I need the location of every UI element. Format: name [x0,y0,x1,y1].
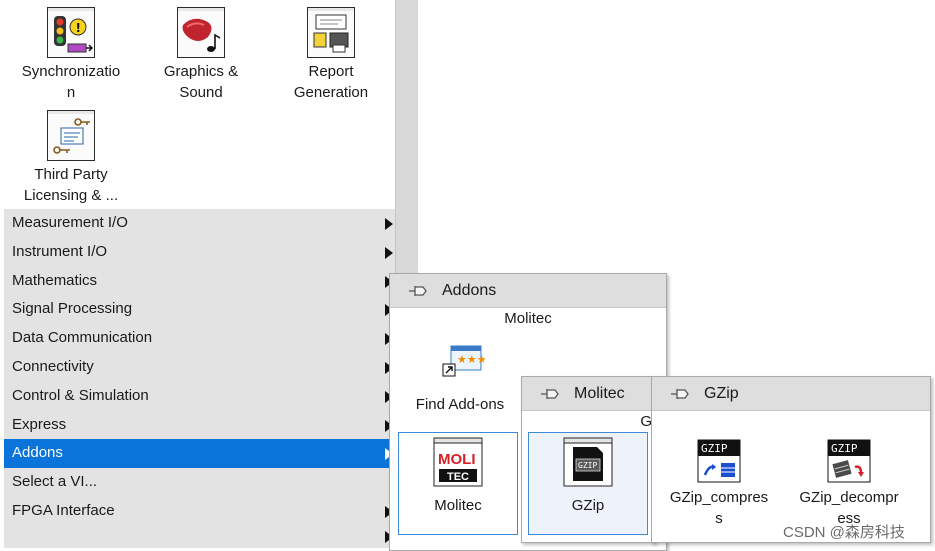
category-control-simulation[interactable]: Control & Simulation [4,381,395,411]
category-label: Mathematics [12,271,98,289]
svg-text:GZIP: GZIP [578,461,597,470]
popup-subtitle: Molitec [504,310,552,327]
label-line: GZip_compres [669,489,769,506]
tile-label: GZip_compres s [660,487,778,529]
palette-item-label: Report Generation [266,61,396,103]
category-mathematics[interactable]: Mathematics [4,266,395,296]
category-label: Control & Simulation [12,386,149,404]
find-addons-item[interactable]: ★★★ Find Add-ons [400,344,520,415]
gzip-folder-icon: GZIP [563,437,613,487]
label-line: Report [308,63,354,80]
palette-item-synchronization[interactable]: ! Synchronizatio n [6,7,136,103]
label-line: n [66,84,76,101]
svg-text:MOLI: MOLI [438,451,476,468]
category-signal-processing[interactable]: Signal Processing [4,295,395,325]
category-label: Data Communication [12,329,153,347]
license-keys-icon [47,110,95,161]
category-label: Signal Processing [12,300,133,318]
pin-icon[interactable] [540,387,560,401]
label-line: Synchronizatio [21,63,121,80]
category-label: Addons [12,444,63,462]
category-instrument-io[interactable]: Instrument I/O [4,237,395,267]
gzip-compress-item[interactable]: GZIP GZip_compres s [660,439,778,529]
submenu-arrow-icon [385,218,393,230]
label-line: s [715,510,723,527]
svg-text:GZIP: GZIP [701,442,728,455]
gzip-folder-item[interactable]: GZIP GZip [528,432,648,535]
category-more[interactable] [4,525,395,548]
gzip-decompress-item[interactable]: GZIP GZip_decompr ess [790,439,908,529]
pin-icon[interactable] [408,284,428,298]
palette-item-label: Synchronizatio n [6,61,136,103]
label-line: Third Party [34,166,108,183]
category-label: Instrument I/O [12,242,108,260]
category-select-a-vi[interactable]: Select a VI... [4,468,395,497]
palette-item-label: Third Party Licensing & ... [6,164,136,206]
category-label: FPGA Interface [12,501,115,519]
gzip-compress-icon: GZIP [697,439,741,483]
svg-text:!: ! [76,21,81,35]
label-line: Graphics & [163,63,239,80]
gzip-popup: GZip GZIP GZip_compres s GZIP GZip_decom… [651,376,931,543]
popup-title: Molitec [574,385,625,402]
category-label: Select a VI... [12,473,98,491]
palette-item-report-generation[interactable]: Report Generation [266,7,396,103]
palette-item-label: Graphics & Sound [136,61,266,103]
watermark-text: CSDN @森房科技 [783,524,905,541]
category-list: Measurement I/O Instrument I/O Mathemati… [4,209,395,548]
molitec-popup-header: Molitec [522,377,654,411]
molitec-item[interactable]: MOLI TEC Molitec [398,432,518,535]
popup-title: Addons [442,282,497,299]
category-data-communication[interactable]: Data Communication [4,324,395,353]
addons-popup-header: Addons [390,274,666,308]
label-line: GZip_decompr [799,489,899,506]
svg-text:TEC: TEC [447,471,469,483]
label-line: Generation [293,84,369,101]
tile-label: Find Add-ons [415,396,505,413]
svg-text:★★★: ★★★ [457,353,485,366]
find-addons-icon: ★★★ [435,344,487,394]
molitec-logo-icon: MOLI TEC [433,437,483,487]
palette-item-third-party-licensing[interactable]: Third Party Licensing & ... [6,110,136,206]
category-label: Measurement I/O [12,214,128,231]
category-measurement-io[interactable]: Measurement I/O [4,209,395,238]
report-printer-icon [307,7,355,58]
category-label: Express [12,415,67,433]
category-addons[interactable]: Addons [4,439,395,469]
gzip-popup-header: GZip [652,377,930,411]
svg-text:GZIP: GZIP [831,442,858,455]
label-line: Licensing & ... [23,187,119,204]
popup-title: GZip [704,385,739,402]
gzip-decompress-icon: GZIP [827,439,871,483]
category-connectivity[interactable]: Connectivity [4,352,395,382]
label-line: Sound [179,84,223,101]
category-fpga-interface[interactable]: FPGA Interface [4,496,395,526]
tile-label: Molitec [434,497,482,514]
palette-item-graphics-sound[interactable]: Graphics & Sound [136,7,266,103]
traffic-light-icon: ! [47,7,95,58]
pin-icon[interactable] [670,387,690,401]
molitec-popup: Molitec G GZIP GZip [521,376,655,543]
graphics-sound-icon [177,7,225,58]
tile-label: GZip [571,497,605,514]
category-label: Connectivity [12,357,94,375]
functions-palette: ! Synchronizatio n Graphics & Sound Repo… [0,0,395,549]
submenu-arrow-icon [385,246,393,259]
category-express[interactable]: Express [4,410,395,440]
